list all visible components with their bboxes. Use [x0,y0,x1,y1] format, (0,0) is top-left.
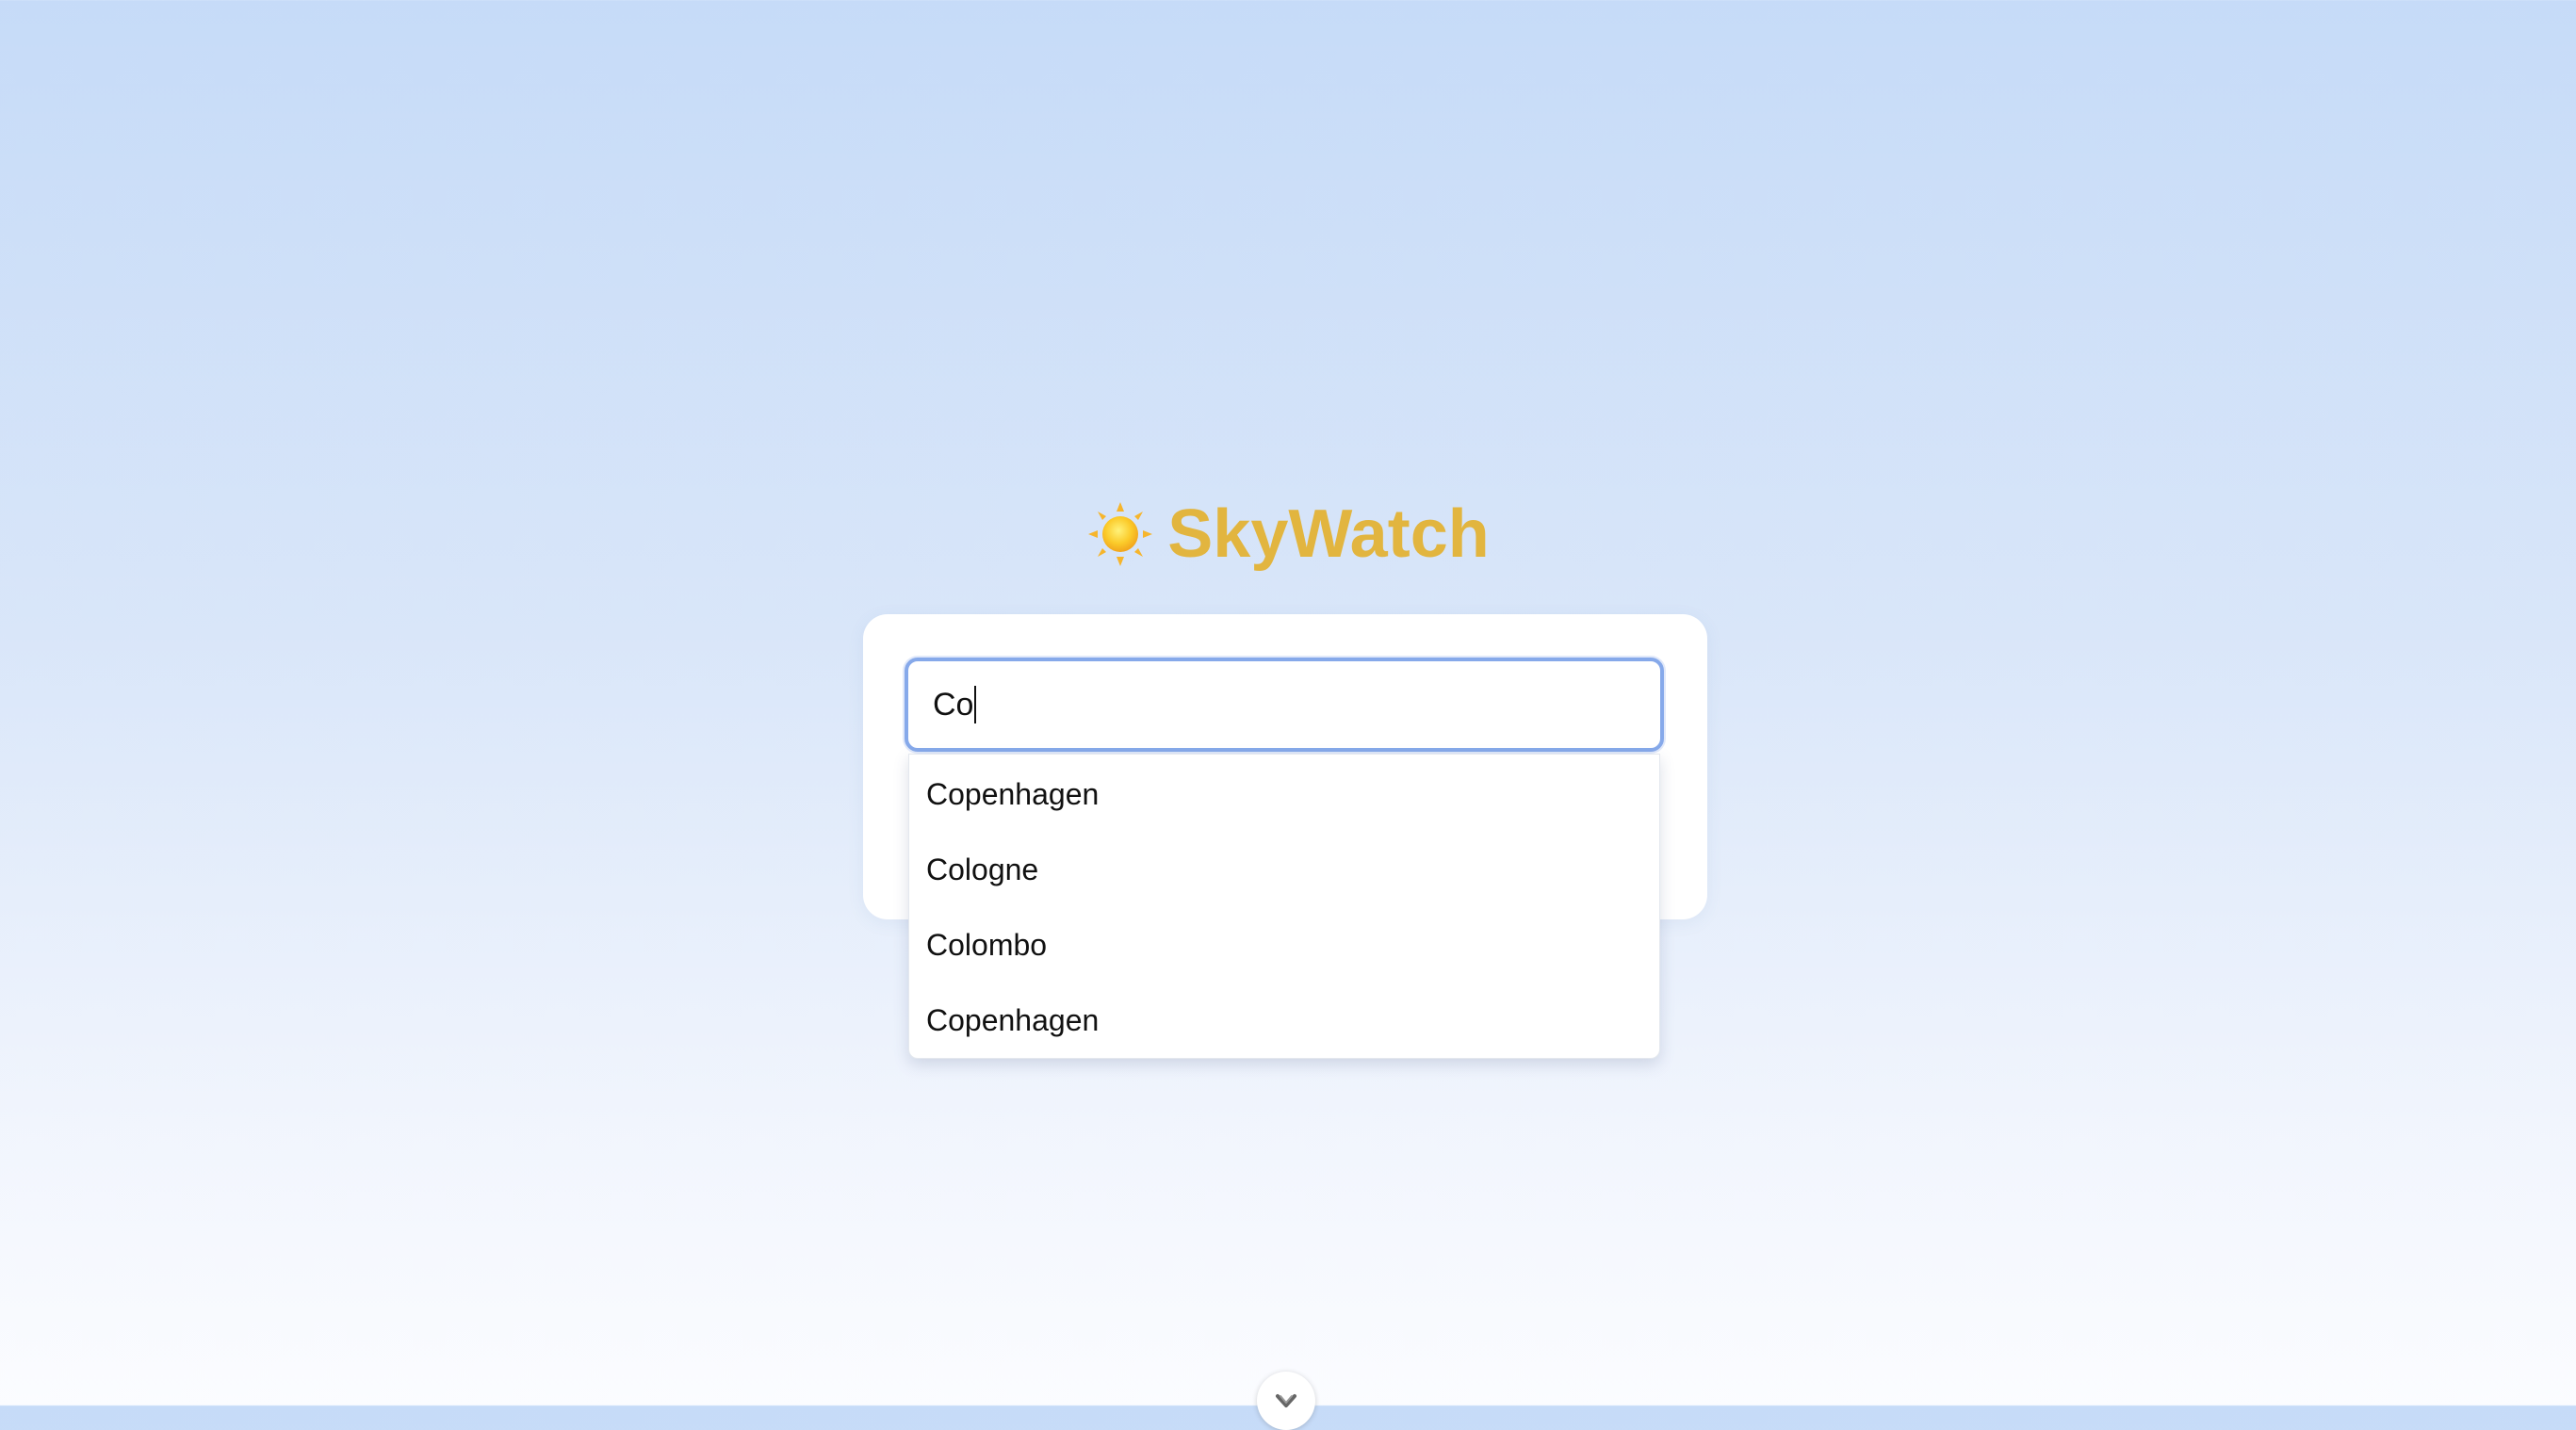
city-search-input[interactable]: Co [905,658,1664,752]
app-header: SkyWatch [0,492,2576,577]
chevron-down-icon [1276,1394,1296,1407]
expand-toggle-button[interactable] [1257,1372,1315,1430]
app-title: SkyWatch [1167,496,1490,572]
suggestion-item[interactable]: Cologne [909,832,1659,907]
sun-icon [1088,502,1153,566]
text-caret [974,686,977,723]
suggestion-item[interactable]: Colombo [909,907,1659,983]
suggestion-item[interactable]: Copenhagen [909,756,1659,832]
suggestion-item[interactable]: Copenhagen [909,983,1659,1058]
suggestions-dropdown: Copenhagen Cologne Colombo Copenhagen [908,754,1660,1059]
search-input-value: Co [933,687,974,723]
